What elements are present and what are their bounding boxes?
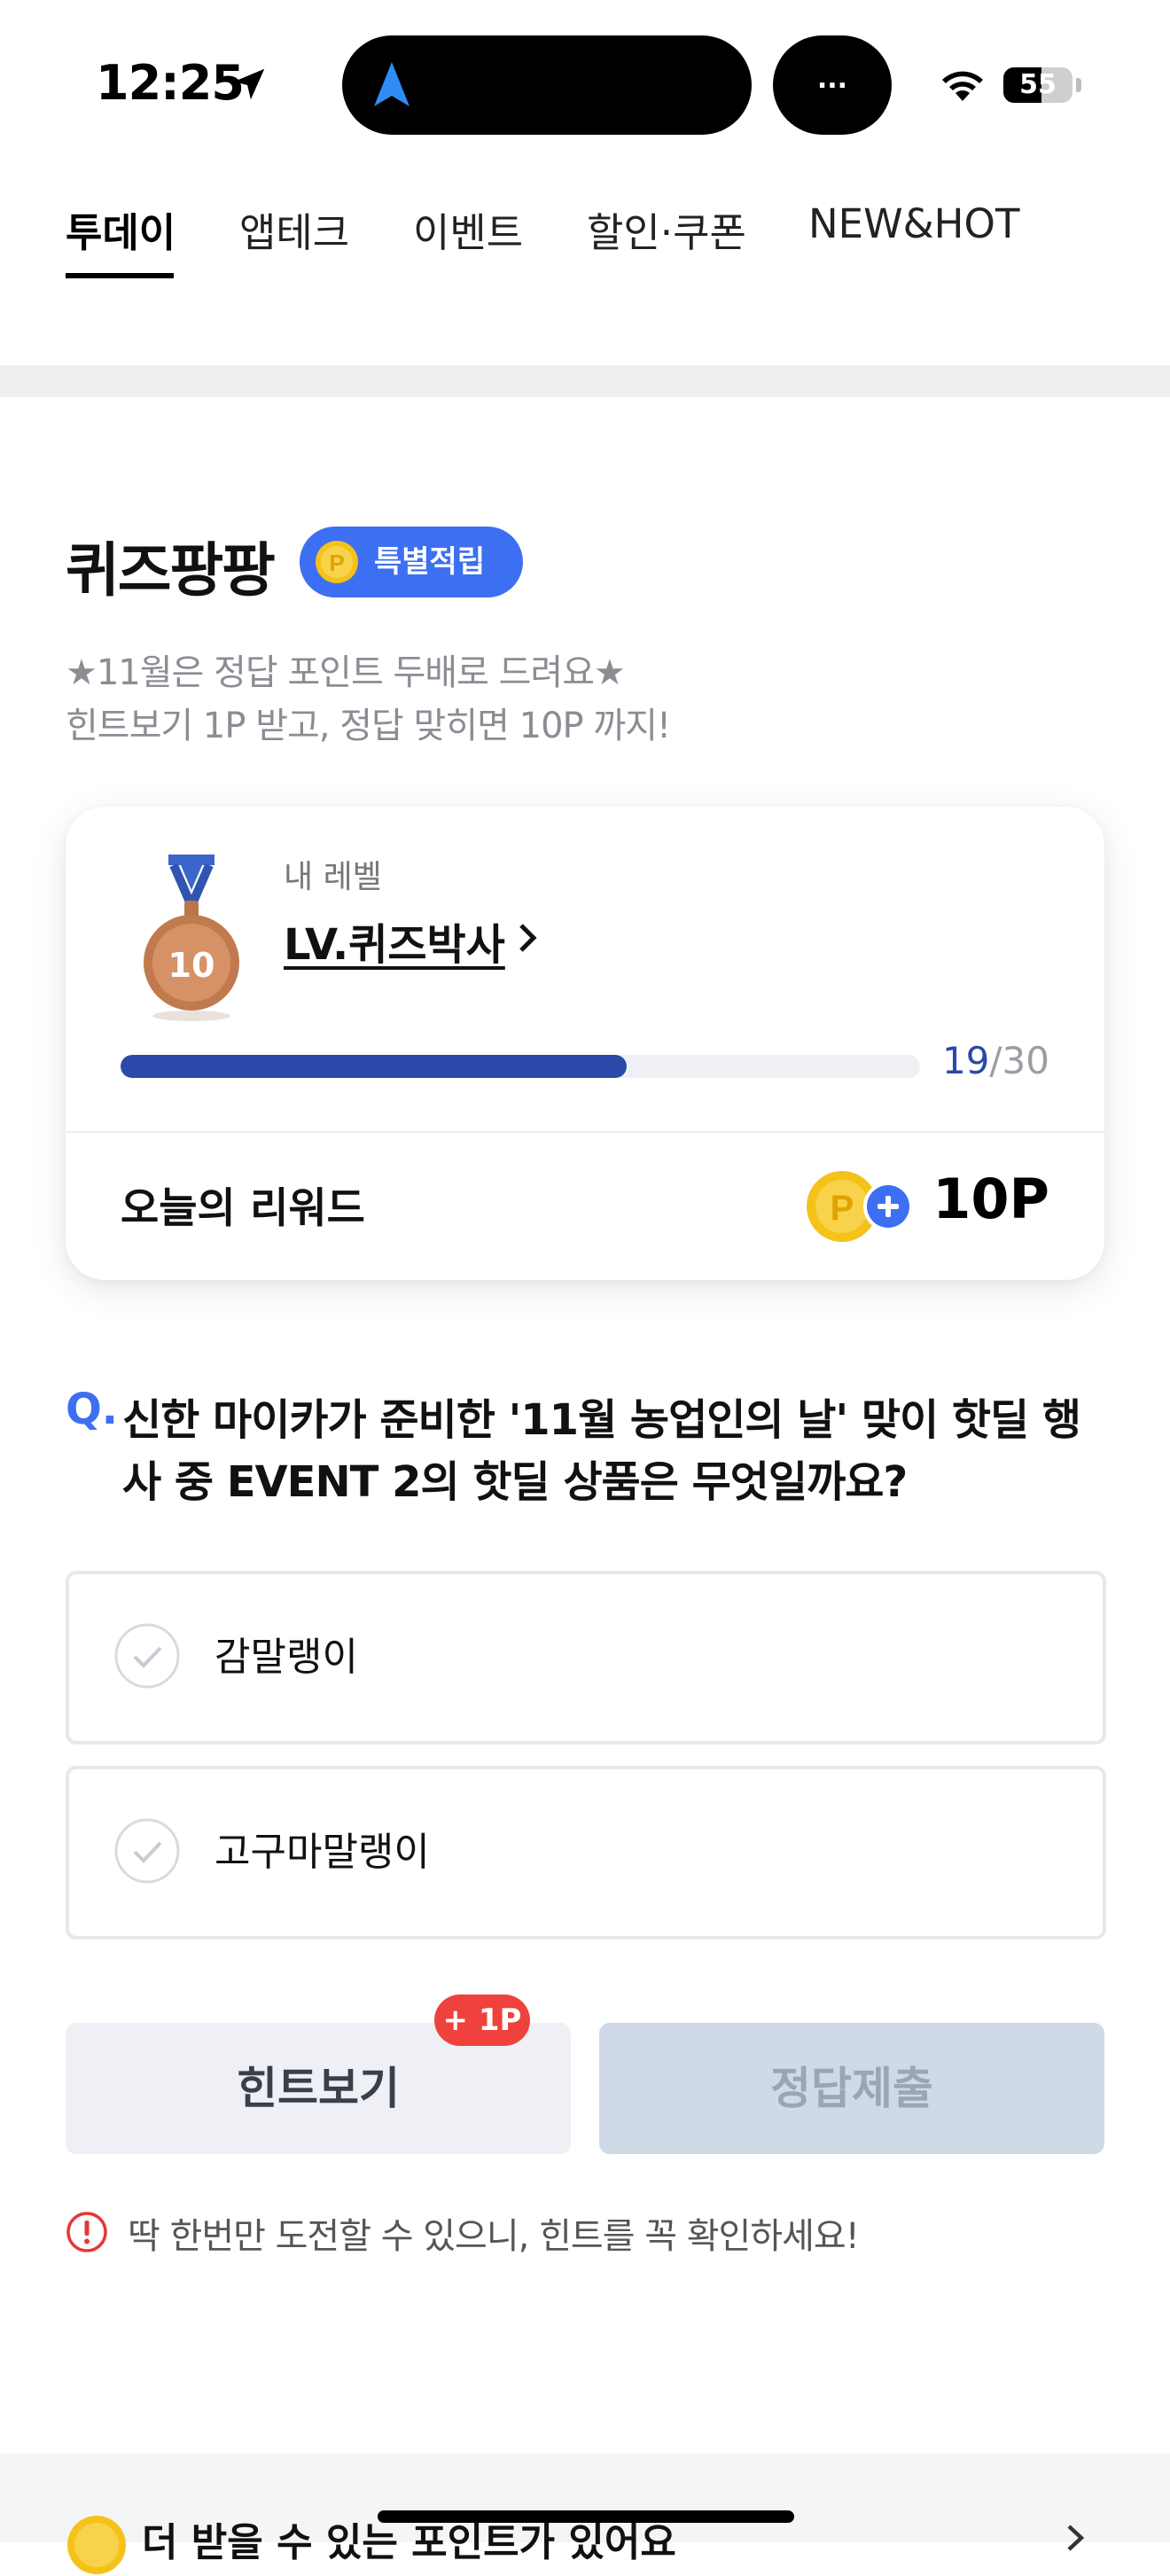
question-line-1: 신한 마이카가 준비한 '11월 농업인의 날' 맞이 핫딜 행 [122,1395,1081,1445]
status-bar: 12:25 ... 55 [0,0,1170,168]
special-badge-label: 특별적립 [374,544,486,580]
answer-option-1[interactable]: 감말랭이 [66,1571,1106,1745]
wifi-icon [942,71,983,101]
card-divider [66,1131,1104,1133]
check-circle-icon [114,1623,180,1689]
answer-option-2[interactable]: 고구마말랭이 [66,1766,1106,1940]
nav-arrow-icon [374,62,410,106]
question-marker: Q. [66,1385,119,1434]
level-caption: 내 레벨 [284,859,382,895]
section-divider [0,365,1170,397]
medal-number: 10 [168,946,215,985]
battery-percent: 55 [1019,69,1057,100]
battery-cap [1076,78,1081,92]
answer-option-label: 감말랭이 [214,1635,358,1680]
quiz-title: 퀴즈팡팡 [66,536,276,605]
tab-events[interactable]: 이벤트 [413,200,523,258]
warning-text: 딱 한번만 도전할 수 있으니, 힌트를 꼭 확인하세요! [128,2216,860,2257]
category-tabs: 투데이 앱테크 이벤트 할인·쿠폰 NEW&HOT [0,195,1170,284]
coin-plus-icon: P [807,1171,913,1242]
level-progress-bar [121,1055,920,1078]
reward-label: 오늘의 리워드 [121,1184,365,1233]
bronze-medal-icon: 10 [144,855,239,1021]
level-name-link[interactable]: LV.퀴즈박사 [284,909,505,972]
home-indicator[interactable] [378,2510,794,2523]
battery-icon: 55 [1003,67,1072,103]
progress-total: /30 [989,1039,1049,1082]
level-progress-count: 19/30 [942,1039,1049,1082]
tab-discount-coupon[interactable]: 할인·쿠폰 [587,200,746,258]
svg-text:P: P [831,1189,854,1228]
special-badge: P 특별적립 [300,527,523,597]
svg-text:P: P [329,550,344,576]
location-arrow-icon [233,68,265,100]
active-tab-indicator [66,273,174,278]
answer-option-label: 고구마말랭이 [214,1830,430,1875]
reward-value: 10P [932,1167,1049,1231]
check-circle-icon [114,1818,180,1884]
quiz-desc-line-1: ★11월은 정답 포인트 두배로 드려요★ [66,652,626,693]
chevron-right-icon[interactable] [518,922,539,954]
question-line-2: 사 중 EVENT 2의 핫딜 상품은 무엇일까요? [122,1457,908,1507]
progress-current: 19 [941,1039,990,1082]
level-card: 10 내 레벨 LV.퀴즈박사 19/30 오늘의 리워드 P 10P [66,807,1104,1280]
dynamic-island-navigation[interactable] [342,35,752,135]
status-time: 12:25 [96,55,245,111]
level-progress-fill [121,1055,627,1078]
warning-icon [66,2212,107,2252]
coin-icon: P [316,541,358,583]
tab-apptech[interactable]: 앱테크 [239,200,349,258]
dynamic-island-more[interactable]: ... [773,35,892,135]
tab-new-hot[interactable]: NEW&HOT [808,200,1019,247]
submit-answer-button[interactable]: 정답제출 [599,2023,1104,2154]
chevron-right-icon[interactable] [1065,2523,1085,2553]
coin-icon [67,2516,126,2574]
hint-point-badge: + 1P [434,1994,530,2046]
quiz-desc-line-2: 힌트보기 1P 받고, 정답 맞히면 10P 까지! [66,706,671,746]
tab-today[interactable]: 투데이 [66,200,176,258]
